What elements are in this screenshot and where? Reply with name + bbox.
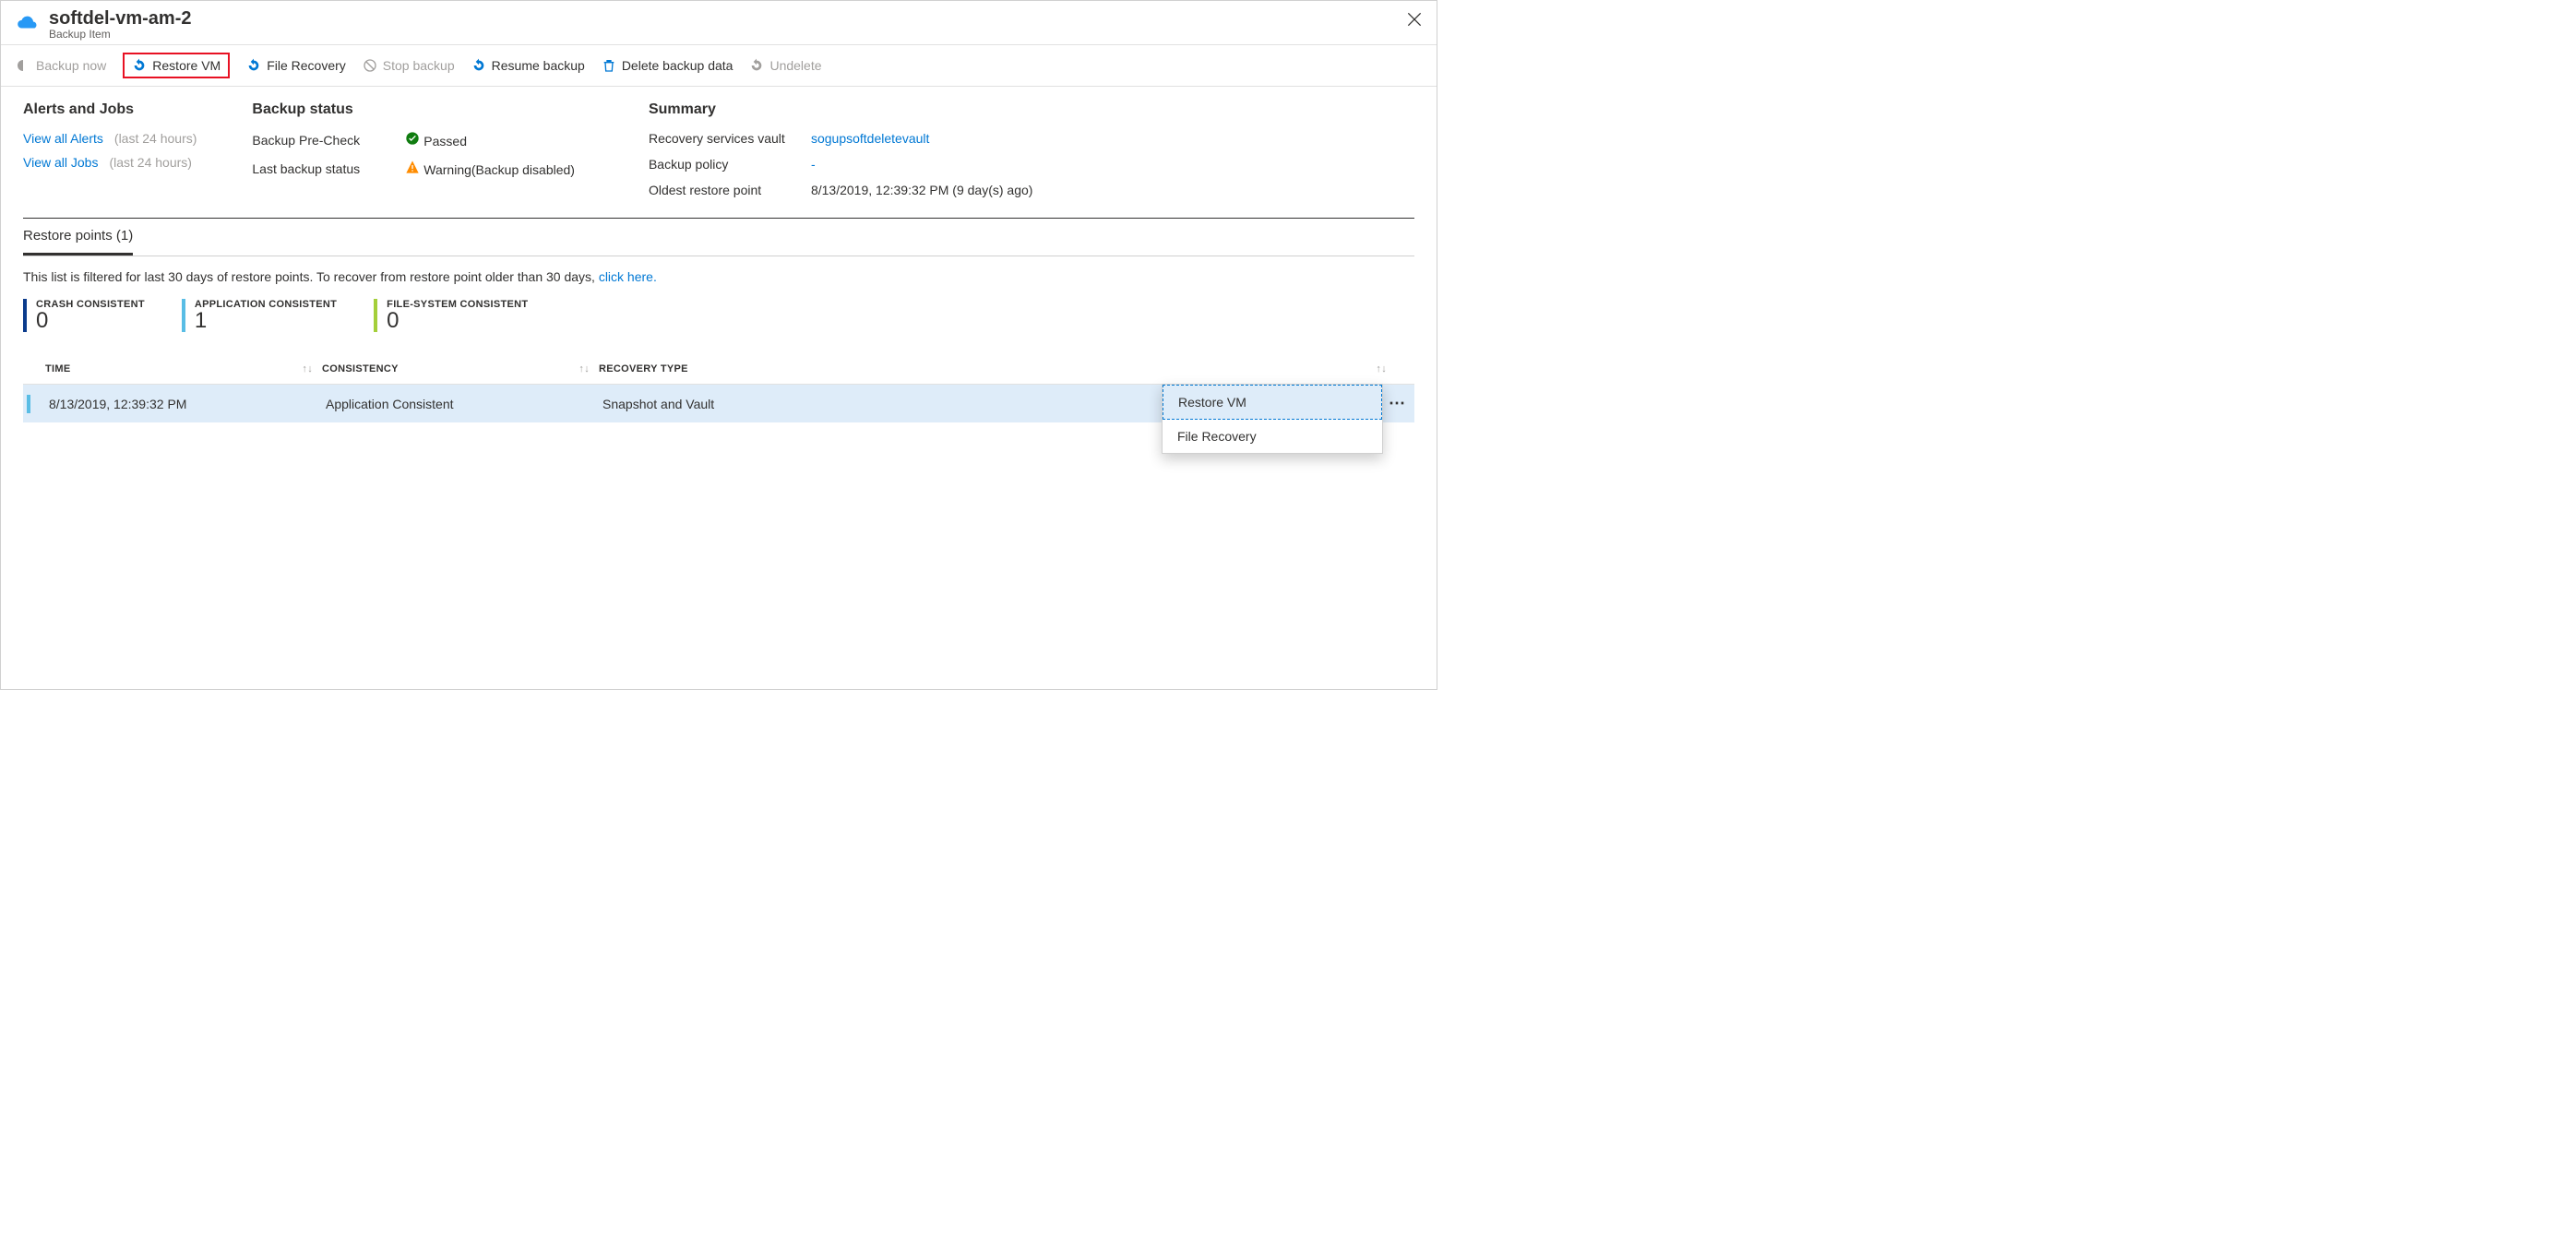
counter-fs-value: 0 <box>387 310 528 332</box>
backup-now-label: Backup now <box>36 58 106 73</box>
restore-points-table: TIME ↑↓ CONSISTENCY ↑↓ RECOVERY TYPE ↑↓ 8/1… <box>23 354 1414 422</box>
view-jobs-suffix: (last 24 hours) <box>109 155 191 170</box>
filter-link[interactable]: click here. <box>599 269 657 284</box>
stop-backup-label: Stop backup <box>383 58 455 73</box>
td-time: 8/13/2019, 12:39:32 PM <box>49 397 326 411</box>
content-area: Alerts and Jobs View all Alerts (last 24… <box>1 87 1437 437</box>
header-titles: softdel-vm-am-2 Backup Item <box>49 8 191 41</box>
th-time[interactable]: TIME ↑↓ <box>45 363 322 374</box>
th-time-label: TIME <box>45 363 70 374</box>
close-icon <box>1405 10 1424 29</box>
table-header: TIME ↑↓ CONSISTENCY ↑↓ RECOVERY TYPE ↑↓ <box>23 354 1414 385</box>
info-columns: Alerts and Jobs View all Alerts (last 24… <box>23 101 1414 197</box>
check-circle-icon <box>405 131 420 146</box>
td-consistency: Application Consistent <box>326 397 602 411</box>
last-status-value: Warning(Backup disabled) <box>423 162 575 177</box>
last-status-label: Last backup status <box>252 161 390 176</box>
warning-triangle-icon <box>405 160 420 174</box>
stop-icon <box>363 58 377 73</box>
view-alerts-suffix: (last 24 hours) <box>114 131 197 146</box>
counter-crash: CRASH CONSISTENT 0 <box>23 299 145 332</box>
table-row[interactable]: 8/13/2019, 12:39:32 PM Application Consi… <box>23 385 1414 422</box>
view-alerts-link[interactable]: View all Alerts <box>23 131 103 146</box>
undo-icon <box>749 58 764 73</box>
counter-crash-value: 0 <box>36 310 145 332</box>
precheck-value: Passed <box>423 134 467 149</box>
precheck-value-cell: Passed <box>405 131 575 149</box>
counter-fs: FILE-SYSTEM CONSISTENT 0 <box>374 299 528 332</box>
counter-bar-icon <box>23 299 27 332</box>
row-context-menu: Restore VM File Recovery <box>1162 384 1383 454</box>
counter-app-value: 1 <box>195 310 337 332</box>
precheck-label: Backup Pre-Check <box>252 133 390 148</box>
undo-icon <box>132 58 147 73</box>
th-consistency[interactable]: CONSISTENCY ↑↓ <box>322 363 599 374</box>
refresh-icon <box>471 58 486 73</box>
consistency-counters: CRASH CONSISTENT 0 APPLICATION CONSISTEN… <box>23 299 1414 332</box>
tab-restore-points[interactable]: Restore points (1) <box>23 219 133 256</box>
th-consistency-label: CONSISTENCY <box>322 363 399 374</box>
vault-label: Recovery services vault <box>649 131 796 146</box>
delete-backup-label: Delete backup data <box>622 58 733 73</box>
resume-backup-button[interactable]: Resume backup <box>471 58 585 73</box>
policy-label: Backup policy <box>649 157 796 172</box>
trash-icon <box>602 58 616 73</box>
close-button[interactable] <box>1405 10 1424 29</box>
view-jobs-link[interactable]: View all Jobs <box>23 155 98 170</box>
page-header: softdel-vm-am-2 Backup Item <box>1 1 1437 45</box>
last-status-value-cell: Warning(Backup disabled) <box>405 160 575 177</box>
stop-backup-button: Stop backup <box>363 58 455 73</box>
alerts-heading: Alerts and Jobs <box>23 101 197 118</box>
sort-icon: ↑↓ <box>1376 363 1387 374</box>
backup-now-icon <box>16 58 30 73</box>
filter-text: This list is filtered for last 30 days o… <box>23 269 1414 284</box>
alerts-column: Alerts and Jobs View all Alerts (last 24… <box>23 101 197 197</box>
file-recovery-label: File Recovery <box>267 58 346 73</box>
summary-column: Summary Recovery services vault sogupsof… <box>649 101 1032 197</box>
sort-icon: ↑↓ <box>302 363 313 374</box>
page-subtitle: Backup Item <box>49 28 191 41</box>
counter-fs-label: FILE-SYSTEM CONSISTENT <box>387 299 528 310</box>
resume-backup-label: Resume backup <box>492 58 585 73</box>
delete-backup-button[interactable]: Delete backup data <box>602 58 733 73</box>
counter-crash-label: CRASH CONSISTENT <box>36 299 145 310</box>
backup-status-heading: Backup status <box>252 101 575 118</box>
view-alerts-row: View all Alerts (last 24 hours) <box>23 131 197 146</box>
ctx-file-recovery[interactable]: File Recovery <box>1163 420 1382 453</box>
th-recovery-label: RECOVERY TYPE <box>599 363 688 374</box>
row-consistency-stripe-icon <box>27 395 30 413</box>
counter-app: APPLICATION CONSISTENT 1 <box>182 299 337 332</box>
vm-cloud-icon <box>16 10 40 34</box>
row-actions-button[interactable]: ⋯ <box>1381 394 1414 413</box>
restore-vm-label: Restore VM <box>152 58 221 73</box>
counter-bar-icon <box>374 299 377 332</box>
ellipsis-icon: ⋯ <box>1389 394 1407 412</box>
summary-heading: Summary <box>649 101 1032 118</box>
counter-bar-icon <box>182 299 185 332</box>
undo-icon <box>246 58 261 73</box>
undelete-button: Undelete <box>749 58 821 73</box>
th-recovery-type[interactable]: RECOVERY TYPE ↑↓ <box>599 363 1414 374</box>
toolbar: Backup now Restore VM File Recovery Stop… <box>1 45 1437 87</box>
backup-status-column: Backup status Backup Pre-Check Passed La… <box>252 101 575 197</box>
tabs: Restore points (1) <box>23 219 1414 256</box>
restore-vm-button[interactable]: Restore VM <box>123 53 230 78</box>
oldest-label: Oldest restore point <box>649 183 796 197</box>
backup-now-button: Backup now <box>16 58 106 73</box>
sort-icon: ↑↓ <box>578 363 590 374</box>
ctx-restore-vm[interactable]: Restore VM <box>1163 385 1382 420</box>
file-recovery-button[interactable]: File Recovery <box>246 58 346 73</box>
undelete-label: Undelete <box>769 58 821 73</box>
view-jobs-row: View all Jobs (last 24 hours) <box>23 155 197 170</box>
oldest-value: 8/13/2019, 12:39:32 PM (9 day(s) ago) <box>811 183 1032 197</box>
filter-prefix: This list is filtered for last 30 days o… <box>23 269 599 284</box>
policy-link[interactable]: - <box>811 157 1032 172</box>
vault-link[interactable]: sogupsoftdeletevault <box>811 131 1032 146</box>
page-title: softdel-vm-am-2 <box>49 8 191 30</box>
counter-app-label: APPLICATION CONSISTENT <box>195 299 337 310</box>
